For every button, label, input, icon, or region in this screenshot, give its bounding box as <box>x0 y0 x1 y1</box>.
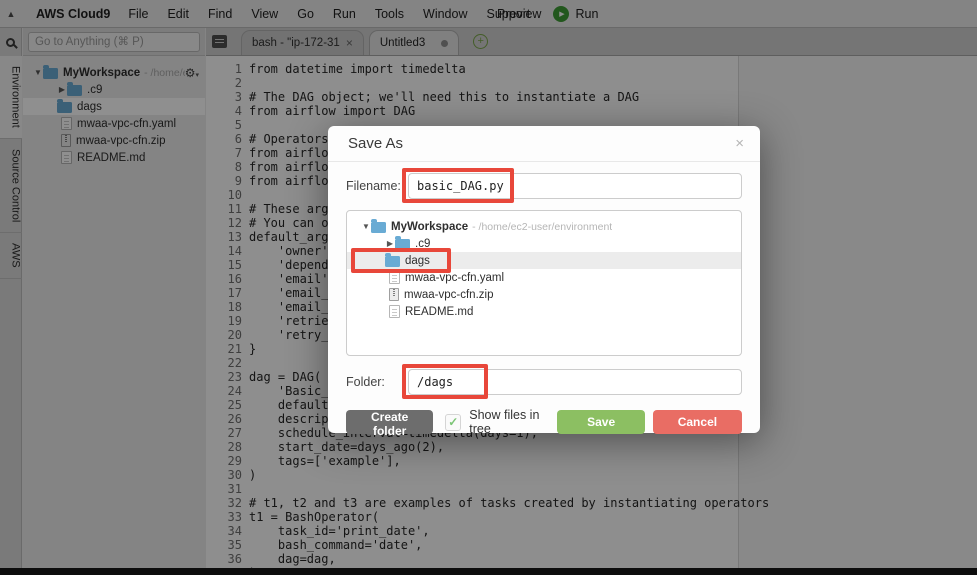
file-icon <box>389 305 400 318</box>
tree-item-dags[interactable]: dags <box>347 248 741 273</box>
tree-item-label: README.md <box>405 305 474 318</box>
save-button[interactable]: Save <box>557 410 645 434</box>
folder-row: Folder: <box>346 364 742 399</box>
dialog-file-tree: ▼ MyWorkspace - /home/ec2-user/environme… <box>346 210 742 356</box>
dialog-body: Filename: ▼ MyWorkspace - /home/ec2-user… <box>328 162 760 438</box>
tree-item-mwaa-vpc-cfn-zip[interactable]: mwaa-vpc-cfn.zip <box>347 286 741 303</box>
tree-item-c9[interactable]: ▶ .c9 <box>347 235 741 252</box>
folder-icon <box>385 252 400 267</box>
zip-icon <box>389 288 399 301</box>
file-icon <box>389 271 400 284</box>
tree-item-readme-md[interactable]: README.md <box>347 303 741 320</box>
dialog-footer: Create folder ✓ Show files in tree Save … <box>346 408 742 438</box>
bottom-bar <box>0 568 977 575</box>
folder-icon <box>371 218 386 233</box>
cancel-button[interactable]: Cancel <box>652 410 742 434</box>
filename-input-wrap <box>402 168 742 203</box>
app-window: ▲ AWS Cloud9 File Edit Find View Go Run Tools W… <box>0 0 977 575</box>
dialog-title: Save As <box>348 135 404 152</box>
folder-label: Folder: <box>346 375 385 389</box>
tree-item-myworkspace[interactable]: ▼ MyWorkspace - /home/ec2-user/environme… <box>347 218 741 235</box>
tree-item-label: MyWorkspace <box>391 220 469 233</box>
folder-input-wrap <box>402 364 742 399</box>
checkbox-label: Show files in tree <box>469 408 540 436</box>
create-folder-button[interactable]: Create folder <box>346 410 434 438</box>
tree-item-label: mwaa-vpc-cfn.yaml <box>405 271 505 284</box>
chevron-right-icon[interactable]: ▶ <box>385 239 395 248</box>
tree-item-mwaa-vpc-cfn-yaml[interactable]: mwaa-vpc-cfn.yaml <box>347 269 741 286</box>
tree-item-path: - /home/ec2-user/environment <box>472 220 613 233</box>
checkmark-icon: ✓ <box>448 415 459 429</box>
save-as-dialog: Save As × Filename: ▼ MyWorkspace - /hom… <box>328 126 760 438</box>
dialog-close-button[interactable]: × <box>735 135 744 152</box>
filename-row: Filename: <box>346 168 742 203</box>
dialog-header: Save As × <box>328 126 760 162</box>
chevron-down-icon[interactable]: ▼ <box>361 222 371 231</box>
show-files-checkbox[interactable]: ✓ <box>445 413 462 431</box>
folder-icon <box>395 235 410 250</box>
filename-input[interactable] <box>408 173 742 199</box>
tree-item-label: .c9 <box>415 237 431 250</box>
filename-label: Filename: <box>346 179 401 193</box>
tree-item-label: dags <box>405 254 430 267</box>
folder-input[interactable] <box>408 369 742 395</box>
tree-item-label: mwaa-vpc-cfn.zip <box>404 288 494 301</box>
